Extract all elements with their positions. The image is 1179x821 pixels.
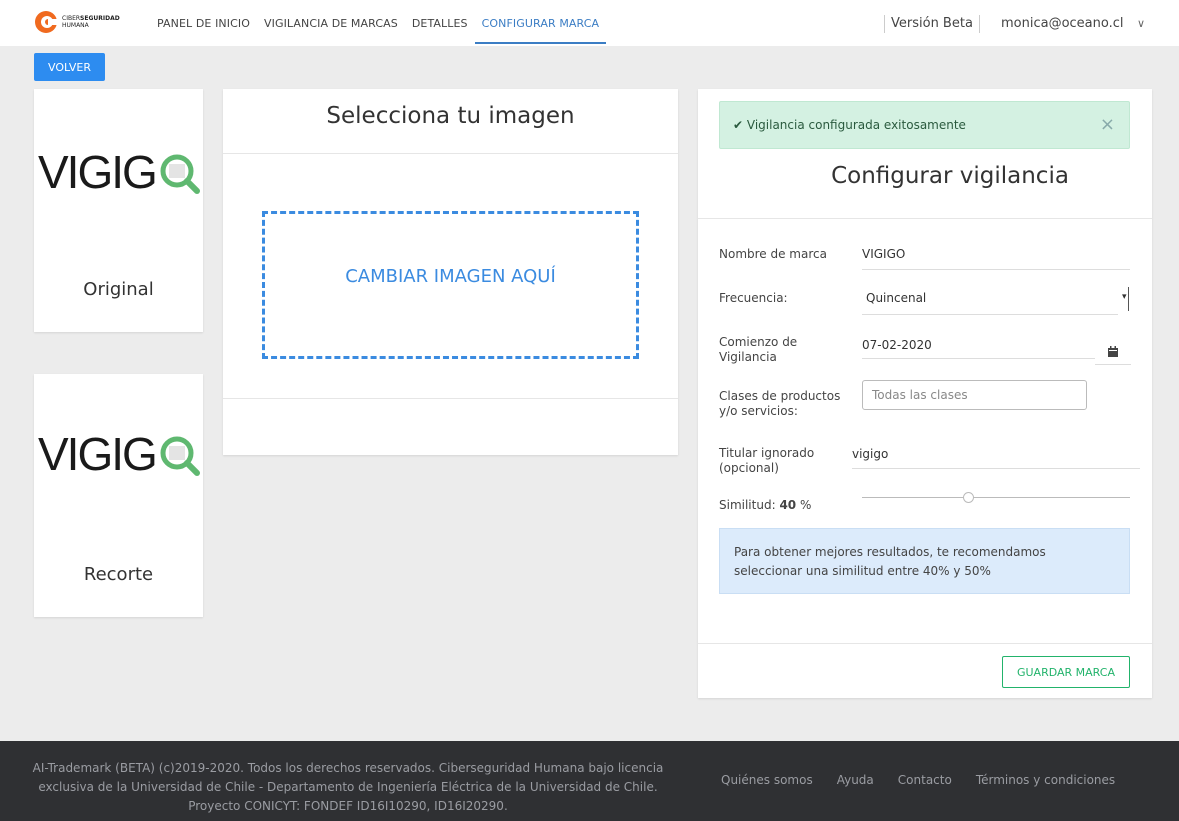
brand-logo[interactable]: CIBERSEGURIDAD HUMANA (34, 10, 120, 34)
brand-line1-a: CIBER (62, 15, 81, 22)
titular-label-line1: Titular ignorado (719, 446, 815, 460)
recommendation-text: Para obtener mejores resultados, te reco… (734, 545, 1046, 578)
clases-input[interactable]: Todas las clases (862, 380, 1087, 410)
version-beta-label: Versión Beta (884, 15, 980, 33)
top-navbar: CIBERSEGURIDAD HUMANA PANEL DE INICIO VI… (0, 0, 1179, 46)
footer-link-terminos[interactable]: Términos y condiciones (976, 773, 1115, 787)
brand-line1-b: SEGURIDAD (80, 15, 120, 22)
nombre-marca-input[interactable]: VIGIGO (862, 247, 1130, 270)
comienzo-vigilancia-label: Comienzo de Vigilancia (719, 335, 797, 365)
success-alert: ✔ Vigilancia configurada exitosamente × (719, 101, 1130, 149)
chevron-down-icon[interactable]: ∨ (1137, 15, 1145, 33)
frecuencia-label: Frecuencia: (719, 291, 788, 305)
similitud-label: Similitud: 40 % (719, 498, 811, 513)
original-logo-image: VIGIG (36, 147, 201, 197)
recorte-logo-image: VIGIG (36, 429, 201, 479)
main-nav: PANEL DE INICIO VIGILANCIA DE MARCAS DET… (150, 0, 607, 46)
similitud-unit: % (799, 498, 812, 512)
footer-link-contacto[interactable]: Contacto (898, 773, 952, 787)
brand-line2: HUMANA (62, 22, 89, 29)
titular-input[interactable]: vigigo (852, 447, 1140, 469)
similitud-slider-track[interactable] (862, 497, 1130, 498)
success-alert-text: ✔ Vigilancia configurada exitosamente (733, 118, 966, 132)
nav-detalles[interactable]: DETALLES (405, 0, 475, 46)
divider (698, 218, 1152, 219)
original-caption: Original (83, 279, 154, 300)
recorte-caption: Recorte (83, 564, 154, 585)
dropzone-label: CAMBIAR IMAGEN AQUÍ (345, 266, 556, 287)
comienzo-label-line1: Comienzo de (719, 335, 798, 349)
original-image-card: VIGIG Original (34, 89, 203, 332)
similitud-slider-handle[interactable] (963, 492, 974, 503)
logo-wordmark: VIGIG (38, 146, 158, 198)
configure-surveillance-card: ✔ Vigilancia configurada exitosamente × … (698, 89, 1152, 698)
calendar-icon[interactable] (1095, 338, 1131, 365)
guardar-marca-button[interactable]: GUARDAR MARCA (1002, 656, 1130, 688)
footer-link-ayuda[interactable]: Ayuda (837, 773, 874, 787)
similitud-text: Similitud: (719, 498, 776, 512)
comienzo-label-line2: Vigilancia (719, 350, 777, 364)
magnifier-icon (160, 154, 200, 194)
titular-label: Titular ignorado (opcional) (719, 446, 814, 476)
frecuencia-select[interactable]: Quincenal (862, 291, 1118, 315)
magnifier-icon (160, 436, 200, 476)
upload-title: Selecciona tu imagen (326, 103, 575, 129)
recorte-image-card: VIGIG Recorte (34, 374, 203, 617)
user-menu[interactable]: monica@oceano.cl (1001, 15, 1124, 33)
clases-label: Clases de productos y/o servicios: (719, 389, 840, 419)
select-caret-icon[interactable]: ▾ (1122, 287, 1129, 311)
titular-label-line2: (opcional) (719, 461, 779, 475)
nav-vigilancia-de-marcas[interactable]: VIGILANCIA DE MARCAS (257, 0, 405, 46)
nav-panel-de-inicio[interactable]: PANEL DE INICIO (150, 0, 257, 46)
divider (223, 398, 678, 399)
image-upload-card: Selecciona tu imagen CAMBIAR IMAGEN AQUÍ (223, 89, 678, 455)
check-icon: ✔ (733, 118, 744, 132)
divider (223, 153, 678, 154)
nombre-marca-label: Nombre de marca (719, 247, 827, 261)
ciberseguridad-logo-icon (34, 10, 58, 34)
footer-copyright: AI-Trademark (BETA) (c)2019-2020. Todos … (32, 761, 664, 813)
config-title: Configurar vigilancia (831, 163, 1069, 189)
divider (698, 643, 1152, 644)
recommendation-info-box: Para obtener mejores resultados, te reco… (719, 528, 1130, 594)
image-dropzone[interactable]: CAMBIAR IMAGEN AQUÍ (262, 211, 639, 359)
comienzo-date-input[interactable]: 07-02-2020 (862, 338, 1095, 359)
brand-logo-text: CIBERSEGURIDAD HUMANA (62, 15, 120, 29)
similitud-value: 40 (779, 498, 797, 512)
footer-link-quienes-somos[interactable]: Quiénes somos (721, 773, 813, 787)
logo-wordmark: VIGIG (38, 428, 158, 480)
clases-label-line1: Clases de productos (719, 389, 841, 403)
footer-links: Quiénes somos Ayuda Contacto Términos y … (721, 773, 1139, 787)
clases-label-line2: y/o servicios: (719, 404, 798, 418)
close-icon[interactable]: × (1100, 114, 1115, 135)
nav-configurar-marca[interactable]: CONFIGURAR MARCA (474, 0, 607, 44)
success-alert-message: Vigilancia configurada exitosamente (746, 118, 966, 132)
footer: AI-Trademark (BETA) (c)2019-2020. Todos … (0, 741, 1179, 821)
volver-button[interactable]: VOLVER (34, 53, 105, 81)
